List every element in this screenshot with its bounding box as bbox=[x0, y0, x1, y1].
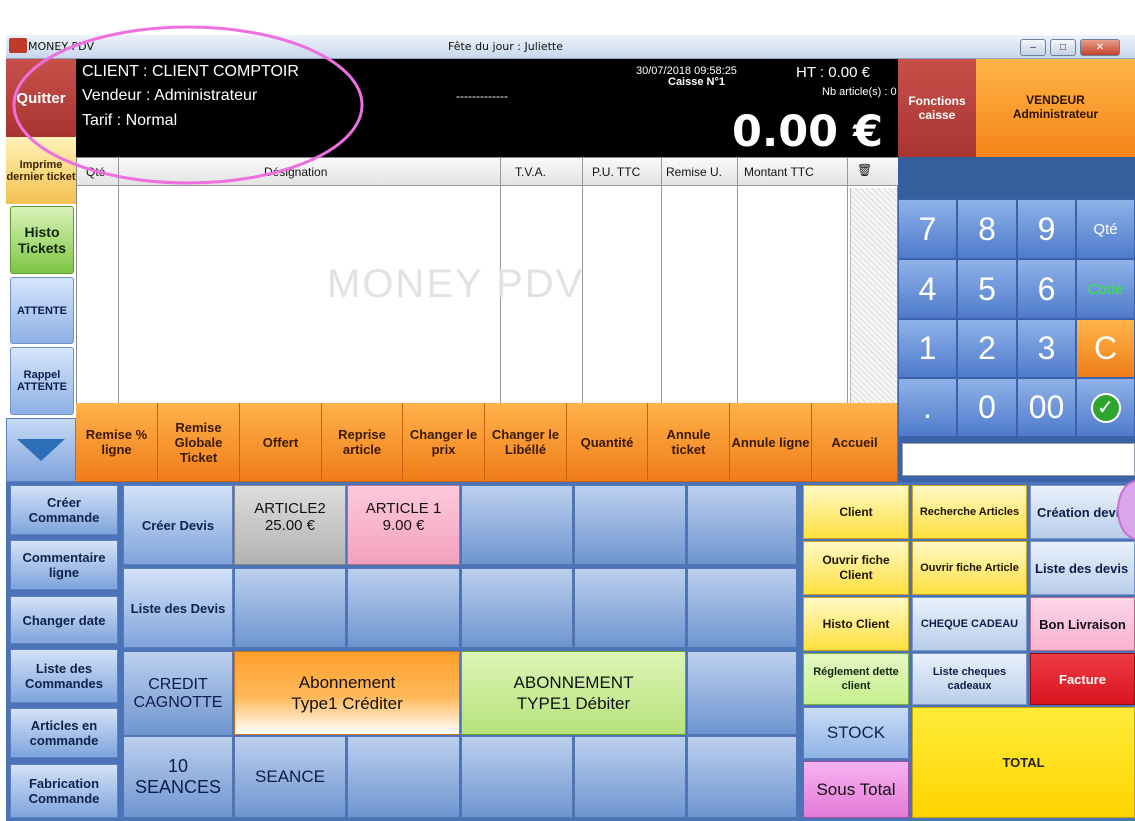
app-window: MONEY PDV Fête du jour : Juliette – □ ✕ … bbox=[0, 0, 1135, 821]
annotation-overlay bbox=[12, 25, 364, 185]
annotation-ellipse bbox=[12, 25, 364, 185]
